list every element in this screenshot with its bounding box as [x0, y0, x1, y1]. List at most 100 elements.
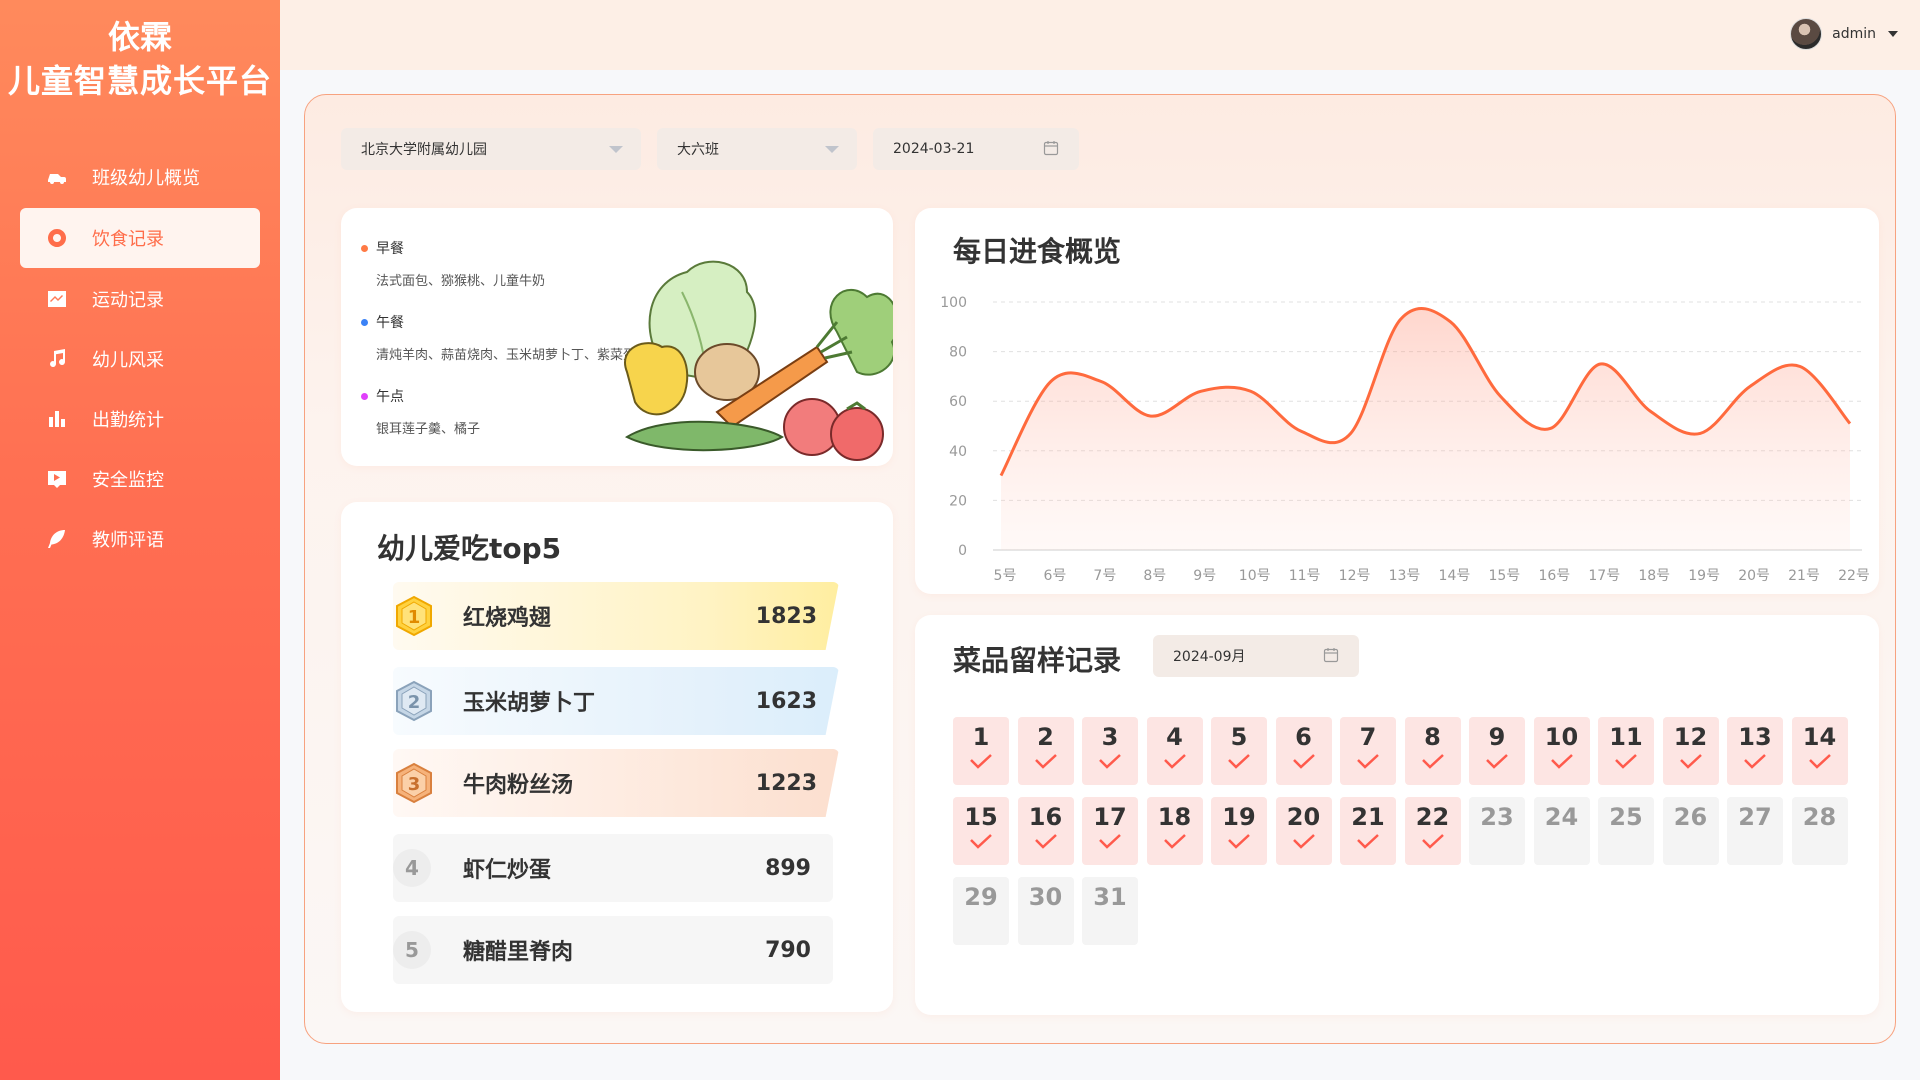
sidebar-item-class-overview[interactable]: 班级幼儿概览	[20, 148, 260, 206]
y-tick-label: 0	[958, 543, 967, 559]
meal-snack: 午点 银耳莲子羹、橘子	[361, 386, 480, 437]
calendar-day[interactable]: 22	[1404, 797, 1461, 865]
class-select[interactable]: 大六班	[657, 128, 857, 170]
day-number: 19	[1222, 803, 1256, 831]
day-number: 13	[1738, 723, 1772, 751]
day-number: 20	[1286, 803, 1321, 831]
sidebar-item-attendance[interactable]: 出勤统计	[20, 390, 260, 448]
meal-breakfast: 早餐 法式面包、猕猴桃、儿童牛奶	[361, 238, 545, 289]
month-picker[interactable]: 2024-09月	[1153, 635, 1359, 677]
calendar-day[interactable]: 26	[1662, 797, 1719, 865]
username: admin	[1832, 26, 1876, 42]
user-menu[interactable]: admin	[1790, 18, 1898, 50]
day-number: 29	[964, 883, 998, 911]
calendar-day[interactable]: 11	[1598, 717, 1654, 785]
rank-number: 2	[408, 692, 421, 713]
sidebar: 依霖 儿童智慧成长平台 班级幼儿概览 饮食记录 运动记录 幼儿风采 出勤统计 安…	[0, 0, 280, 1080]
dish-name: 牛肉粉丝汤	[463, 773, 574, 798]
calendar-day[interactable]: 5	[1211, 717, 1267, 785]
chart-area-fill	[1001, 308, 1850, 550]
calendar-day[interactable]: 16	[1017, 797, 1074, 865]
dropdown-arrow-icon	[825, 146, 839, 153]
x-tick-label: 7号	[1093, 568, 1116, 584]
dish-count: 1223	[755, 770, 817, 796]
calendar-day[interactable]: 17	[1082, 797, 1138, 865]
x-tick-label: 9号	[1193, 568, 1216, 584]
calendar-day[interactable]: 20	[1275, 797, 1332, 865]
calendar-day[interactable]: 30	[1017, 877, 1074, 945]
sidebar-item-teacher-comments[interactable]: 教师评语	[20, 510, 260, 568]
day-number: 11	[1609, 723, 1643, 751]
sidebar-item-label: 饮食记录	[92, 229, 164, 250]
calendar-day[interactable]: 31	[1082, 877, 1138, 945]
calendar-day[interactable]: 3	[1082, 717, 1138, 785]
day-number: 10	[1544, 723, 1579, 751]
calendar-day[interactable]: 1	[953, 717, 1009, 785]
calendar-day[interactable]: 27	[1727, 797, 1783, 865]
meal-desc: 银耳莲子羹、橘子	[376, 422, 481, 437]
day-number: 17	[1093, 803, 1127, 831]
meals-card: 早餐 法式面包、猕猴桃、儿童牛奶 午餐 清炖羊肉、蒜苗烧肉、玉米胡萝卜丁、紫菜蛋…	[341, 208, 893, 466]
sidebar-item-label: 教师评语	[92, 530, 164, 551]
gold-medal-icon: 1	[393, 595, 435, 637]
sidebar-item-label: 运动记录	[92, 290, 164, 311]
filter-bar: 北京大学附属幼儿园 大六班 2024-03-21	[341, 128, 1079, 170]
calendar-day[interactable]: 4	[1146, 717, 1203, 785]
day-number: 16	[1028, 803, 1063, 831]
calendar-day[interactable]: 14	[1791, 717, 1848, 785]
x-tick-label: 5号	[994, 568, 1017, 584]
x-tick-label: 21号	[1788, 568, 1820, 584]
car-icon	[44, 164, 70, 190]
calendar-day[interactable]: 10	[1533, 717, 1590, 785]
calendar-day[interactable]: 7	[1340, 717, 1396, 785]
calendar-day[interactable]: 18	[1146, 797, 1203, 865]
sidebar-item-exercise-record[interactable]: 运动记录	[20, 270, 260, 328]
sidebar-item-children-showcase[interactable]: 幼儿风采	[20, 330, 260, 388]
calendar-day[interactable]: 23	[1469, 797, 1525, 865]
check-icon	[970, 754, 992, 769]
calendar-icon	[1043, 140, 1059, 160]
day-number: 4	[1166, 723, 1183, 751]
day-number: 28	[1802, 803, 1837, 831]
calendar-day[interactable]: 9	[1469, 717, 1525, 785]
main-panel: 北京大学附属幼儿园 大六班 2024-03-21 早餐 法式面包、猕猴桃、儿童牛…	[304, 94, 1896, 1044]
check-icon	[1808, 754, 1831, 769]
school-select[interactable]: 北京大学附属幼儿园	[341, 128, 641, 170]
x-tick-label: 20号	[1738, 568, 1770, 584]
sidebar-item-diet-record[interactable]: 饮食记录	[20, 208, 260, 268]
calendar-day[interactable]: 2	[1017, 717, 1074, 785]
month-picker-value: 2024-09月	[1173, 649, 1246, 665]
vegetables-illustration	[624, 260, 893, 461]
date-picker[interactable]: 2024-03-21	[873, 128, 1079, 170]
check-icon	[1163, 834, 1186, 849]
daily-intake-chart-card: 每日进食概览 0 20 40 60 80 100 5号 6号 7号 8号 9号 10号 11号 12号 13…	[915, 208, 1879, 594]
calendar-day[interactable]: 21	[1340, 797, 1396, 865]
calendar-day[interactable]: 13	[1727, 717, 1783, 785]
check-icon	[1099, 754, 1121, 769]
trend-chart-icon	[44, 286, 70, 312]
calendar-day[interactable]: 24	[1533, 797, 1590, 865]
calendar-day[interactable]: 15	[953, 797, 1009, 865]
check-icon	[1034, 834, 1057, 849]
check-icon	[1292, 754, 1315, 769]
calendar-day[interactable]: 19	[1211, 797, 1267, 865]
day-number: 3	[1101, 723, 1119, 751]
rank-number: 5	[393, 931, 431, 969]
calendar-day[interactable]: 29	[953, 877, 1009, 945]
calendar-day[interactable]: 28	[1791, 797, 1848, 865]
check-icon	[1099, 834, 1121, 849]
sidebar-item-label: 班级幼儿概览	[92, 168, 200, 189]
calendar-day[interactable]: 6	[1275, 717, 1332, 785]
calendar-day[interactable]: 8	[1404, 717, 1461, 785]
dish-name: 虾仁炒蛋	[463, 858, 552, 883]
sidebar-item-safety-monitor[interactable]: 安全监控	[20, 450, 260, 508]
calendar-day[interactable]: 25	[1598, 797, 1654, 865]
check-icon	[1357, 834, 1379, 849]
check-icon	[1228, 754, 1250, 769]
calendar-day[interactable]: 12	[1662, 717, 1719, 785]
x-tick-label: 12号	[1339, 568, 1371, 584]
sample-calendar-grid: 1 2 3 4 5 6 7 8 9 10 11 12 13 14 15 16 17 18 19 20 21 22 23 24 2…	[953, 717, 1848, 945]
y-tick-label: 40	[949, 444, 967, 460]
meal-title: 早餐	[376, 241, 404, 257]
date-picker-value: 2024-03-21	[893, 141, 975, 157]
